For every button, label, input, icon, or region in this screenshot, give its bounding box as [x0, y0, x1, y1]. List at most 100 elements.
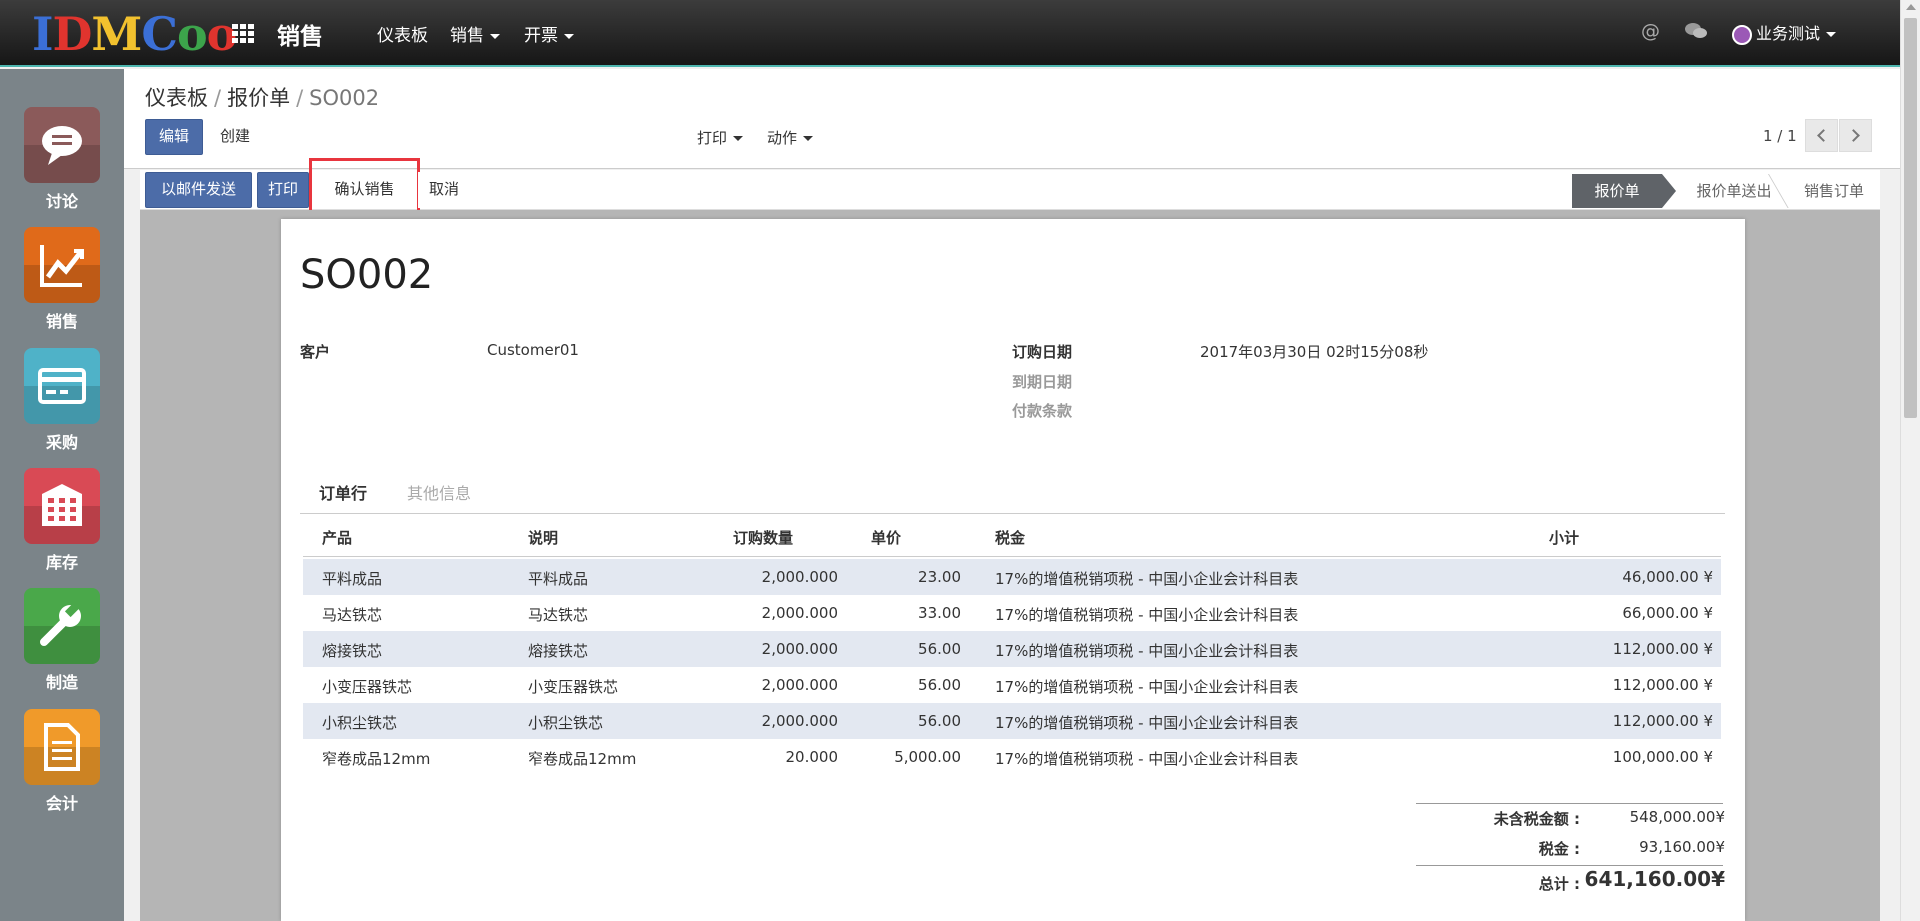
sidebar-item-accounting[interactable]: 会计 — [0, 709, 124, 814]
menu-invoicing-label: 开票 — [524, 26, 558, 46]
action-dropdown-label: 动作 — [767, 129, 798, 147]
scroll-thumb[interactable] — [1904, 18, 1917, 418]
sidebar-tile — [24, 348, 100, 424]
app-title: 销售 — [277, 24, 323, 50]
logo-letter: C — [141, 7, 178, 61]
tab-other-info[interactable]: 其他信息 — [407, 480, 471, 504]
document-icon — [44, 723, 80, 771]
tab-order-lines[interactable]: 订单行 — [319, 480, 367, 504]
due-date-label: 到期日期 — [1012, 373, 1073, 391]
cell-subtotal: 46,000.00 ¥ — [1622, 568, 1713, 586]
sidebar-item-inventory[interactable]: 库存 — [0, 468, 124, 573]
page-scrollbar[interactable] — [1900, 0, 1920, 921]
edit-button[interactable]: 编辑 — [145, 119, 203, 155]
stage-quotation[interactable]: 报价单 — [1572, 174, 1676, 208]
logo-letter: o — [176, 7, 208, 61]
scroll-up-icon[interactable] — [1906, 4, 1916, 10]
create-button[interactable]: 创建 — [206, 119, 264, 155]
sidebar-item-discuss[interactable]: 讨论 — [0, 107, 124, 212]
cell-subtotal: 112,000.00 ¥ — [1612, 676, 1713, 694]
total-value: 641,160.00¥ — [1584, 867, 1725, 891]
sidebar-label: 讨论 — [45, 192, 78, 211]
totals-divider — [1416, 803, 1723, 804]
header-subtotal[interactable]: 小计 — [1549, 527, 1579, 548]
caret-down-icon — [733, 136, 744, 141]
send-email-button[interactable]: 以邮件发送 — [145, 172, 252, 208]
menu-sales-label: 销售 — [450, 26, 484, 46]
apps-grid-icon[interactable] — [232, 24, 254, 44]
cell-qty: 2,000.000 — [761, 640, 838, 658]
print-button[interactable]: 打印 — [257, 172, 309, 208]
breadcrumb-current: SO002 — [309, 86, 380, 110]
cell-description: 平料成品 — [528, 570, 589, 588]
menu-sales[interactable]: 销售 — [450, 21, 500, 46]
caret-down-icon — [490, 33, 500, 39]
mention-icon[interactable]: @ — [1641, 20, 1660, 42]
table-row[interactable]: 小积尘铁芯 小积尘铁芯 2,000.000 56.00 17%的增值税销项税 - 中国小… — [303, 703, 1721, 739]
sidebar-item-purchase[interactable]: 采购 — [0, 348, 124, 453]
cell-price: 56.00 — [918, 676, 961, 694]
cell-qty: 2,000.000 — [761, 604, 838, 622]
menu-dashboard-label: 仪表板 — [377, 26, 428, 46]
cell-price: 33.00 — [918, 604, 961, 622]
cell-qty: 20.000 — [785, 748, 839, 766]
cell-description: 马达铁芯 — [528, 606, 589, 624]
cell-product: 马达铁芯 — [322, 606, 383, 624]
print-dropdown[interactable]: 打印 — [697, 127, 744, 148]
pager-previous-button[interactable] — [1805, 119, 1838, 152]
sidebar-label: 库存 — [45, 553, 78, 572]
header-product[interactable]: 产品 — [322, 527, 352, 548]
sidebar-tile — [24, 588, 100, 664]
cell-description: 小变压器铁芯 — [528, 678, 619, 696]
cell-qty: 2,000.000 — [761, 568, 838, 586]
cell-product: 平料成品 — [322, 570, 383, 588]
control-panel: 仪表板 / 报价单 / SO002 — [124, 69, 1900, 169]
table-row[interactable]: 平料成品 平料成品 2,000.000 23.00 17%的增值税销项税 - 中国小企业… — [303, 559, 1721, 595]
breadcrumb-dashboard[interactable]: 仪表板 — [145, 86, 208, 110]
pager-next-button[interactable] — [1839, 119, 1872, 152]
sidebar-item-manufacturing[interactable]: 制造 — [0, 588, 124, 693]
chat-icon[interactable] — [1685, 22, 1707, 45]
user-avatar — [1732, 24, 1752, 45]
cell-tax: 17%的增值税销项税 - 中国小企业会计科目表 — [995, 570, 1299, 588]
cancel-button[interactable]: 取消 — [418, 172, 470, 208]
tax-value: 93,160.00¥ — [1639, 838, 1725, 856]
action-dropdown[interactable]: 动作 — [767, 127, 814, 148]
stage-sales-order[interactable]: 销售订单 — [1790, 174, 1878, 208]
brand-logo[interactable]: IDMCoo — [32, 6, 237, 62]
cell-tax: 17%的增值税销项税 - 中国小企业会计科目表 — [995, 678, 1299, 696]
header-tax[interactable]: 税金 — [995, 527, 1025, 548]
table-row[interactable]: 窄卷成品12mm 窄卷成品12mm 20.000 5,000.00 17%的增值税销项税… — [303, 739, 1721, 775]
table-row[interactable]: 马达铁芯 马达铁芯 2,000.000 33.00 17%的增值税销项税 - 中国小企业… — [303, 595, 1721, 631]
header-description[interactable]: 说明 — [528, 527, 558, 548]
table-row[interactable]: 小变压器铁芯 小变压器铁芯 2,000.000 56.00 17%的增值税销项税 - 中… — [303, 667, 1721, 703]
cell-product: 熔接铁芯 — [322, 642, 383, 660]
logo-letter: M — [91, 7, 142, 61]
pager-value[interactable]: 1 / 1 — [1763, 127, 1797, 145]
stage-quotation-sent[interactable]: 报价单送出 — [1678, 174, 1790, 208]
cell-description: 窄卷成品12mm — [528, 750, 637, 768]
header-price[interactable]: 单价 — [871, 527, 901, 548]
untaxed-label: 未含税金额 : — [1493, 810, 1580, 828]
customer-value[interactable]: Customer01 — [487, 341, 579, 359]
tax-label: 税金 : — [1538, 840, 1580, 858]
menu-dashboard[interactable]: 仪表板 — [377, 21, 428, 46]
header-qty[interactable]: 订购数量 — [733, 527, 793, 548]
caret-down-icon — [1826, 32, 1837, 37]
customer-label: 客户 — [300, 343, 331, 361]
user-menu[interactable]: 业务测试 — [1732, 20, 1837, 45]
cell-description: 小积尘铁芯 — [528, 714, 604, 732]
breadcrumb-quotations[interactable]: 报价单 — [227, 86, 290, 110]
menu-invoicing[interactable]: 开票 — [524, 21, 574, 46]
notebook-tabs: 订单行 其他信息 — [300, 470, 1725, 514]
sidebar-item-sales[interactable]: 销售 — [0, 227, 124, 332]
sidebar-tile — [24, 468, 100, 544]
cell-price: 23.00 — [918, 568, 961, 586]
logo-letter: I — [32, 7, 54, 61]
table-row[interactable]: 熔接铁芯 熔接铁芯 2,000.000 56.00 17%的增值税销项税 - 中国小企业… — [303, 631, 1721, 667]
caret-down-icon — [803, 136, 814, 141]
app-sidebar: 讨论 销售 采购 库存 制造 会计 — [0, 69, 124, 921]
credit-card-icon — [38, 368, 86, 404]
sidebar-tile — [24, 709, 100, 785]
cell-tax: 17%的增值税销项税 - 中国小企业会计科目表 — [995, 642, 1299, 660]
